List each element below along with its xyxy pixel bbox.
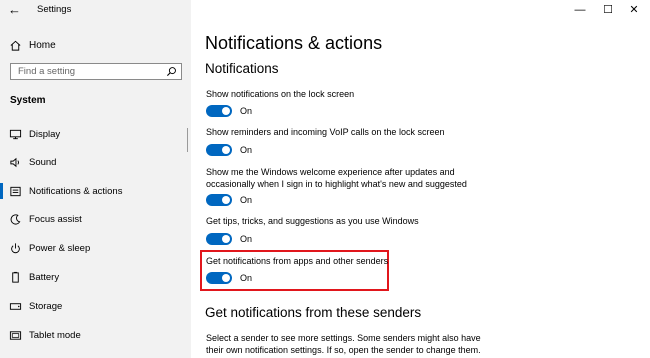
page-title: Notifications & actions bbox=[205, 33, 383, 53]
sidebar-item-label: Battery bbox=[29, 271, 60, 283]
toggle-state-text: On bbox=[240, 195, 253, 205]
search-input[interactable]: Find a setting bbox=[10, 63, 182, 80]
sidebar-item-display[interactable]: Display bbox=[0, 121, 191, 147]
moon-icon bbox=[10, 213, 21, 225]
back-arrow-icon[interactable]: ← bbox=[8, 3, 24, 17]
sidebar-item-label: Power & sleep bbox=[29, 242, 91, 254]
setting-label-welcome-line2: occasionally when I sign in to highlight… bbox=[206, 179, 467, 189]
toggle-state-text: On bbox=[240, 273, 253, 283]
toggle-lock-screen[interactable] bbox=[206, 105, 232, 117]
sidebar-item-label: Notifications & actions bbox=[29, 185, 123, 197]
search-placeholder: Find a setting bbox=[18, 66, 76, 77]
power-icon bbox=[11, 242, 20, 253]
sidebar-item-power-sleep[interactable]: Power & sleep bbox=[0, 235, 191, 261]
maximize-icon[interactable]: ☐ bbox=[601, 3, 615, 17]
toggle-reminders-voip[interactable] bbox=[206, 144, 232, 156]
close-icon[interactable]: ✕ bbox=[627, 3, 641, 17]
sidebar-item-label: Focus assist bbox=[29, 213, 82, 225]
home-link[interactable]: Home bbox=[9, 38, 56, 52]
setting-label-welcome-line1: Show me the Windows welcome experience a… bbox=[206, 167, 455, 177]
sidebar-item-tablet-mode[interactable]: Tablet mode bbox=[0, 322, 191, 348]
storage-icon bbox=[9, 302, 22, 310]
sidebar-item-label: Storage bbox=[29, 300, 63, 312]
setting-label-lock-screen: Show notifications on the lock screen bbox=[206, 89, 355, 99]
app-title: Settings bbox=[37, 4, 72, 15]
senders-description-line2: their own notification settings. If so, … bbox=[206, 345, 481, 355]
section-heading-senders: Get notifications from these senders bbox=[205, 305, 422, 320]
tablet-icon bbox=[9, 330, 22, 340]
scrollbar-thumb[interactable] bbox=[187, 128, 188, 152]
section-label-system: System bbox=[10, 95, 46, 106]
senders-description-line1: Select a sender to see more settings. So… bbox=[206, 333, 481, 343]
sidebar-item-battery[interactable]: Battery bbox=[0, 264, 191, 290]
toggle-state-text: On bbox=[240, 145, 253, 155]
sidebar-item-label: Display bbox=[29, 128, 61, 140]
notifications-icon bbox=[10, 186, 21, 196]
setting-label-reminders-voip: Show reminders and incoming VoIP calls o… bbox=[206, 127, 445, 137]
sidebar-item-focus-assist[interactable]: Focus assist bbox=[0, 206, 191, 232]
toggle-app-notifications[interactable] bbox=[206, 272, 232, 284]
toggle-tips[interactable] bbox=[206, 233, 232, 245]
sidebar-item-label: Sound bbox=[29, 156, 57, 168]
sound-icon bbox=[10, 157, 19, 167]
home-icon bbox=[10, 40, 21, 51]
display-icon bbox=[9, 129, 22, 139]
sidebar-item-sound[interactable]: Sound bbox=[0, 149, 191, 175]
sidebar-item-label: Tablet mode bbox=[29, 329, 81, 341]
sidebar-item-notifications[interactable]: Notifications & actions bbox=[0, 178, 191, 204]
setting-label-tips: Get tips, tricks, and suggestions as you… bbox=[206, 216, 419, 226]
section-heading-notifications: Notifications bbox=[205, 61, 279, 76]
search-icon[interactable] bbox=[166, 66, 177, 77]
setting-label-app-notifications: Get notifications from apps and other se… bbox=[206, 256, 389, 266]
toggle-welcome-experience[interactable] bbox=[206, 194, 232, 206]
minimize-icon[interactable]: — bbox=[573, 3, 587, 17]
toggle-state-text: On bbox=[240, 106, 253, 116]
toggle-state-text: On bbox=[240, 234, 253, 244]
home-label: Home bbox=[29, 39, 56, 51]
senders-description: Select a sender to see more settings. So… bbox=[206, 332, 626, 356]
sidebar: ← Settings Home Find a setting System Di… bbox=[0, 0, 191, 358]
sidebar-item-storage[interactable]: Storage bbox=[0, 293, 191, 319]
battery-icon bbox=[12, 271, 19, 283]
